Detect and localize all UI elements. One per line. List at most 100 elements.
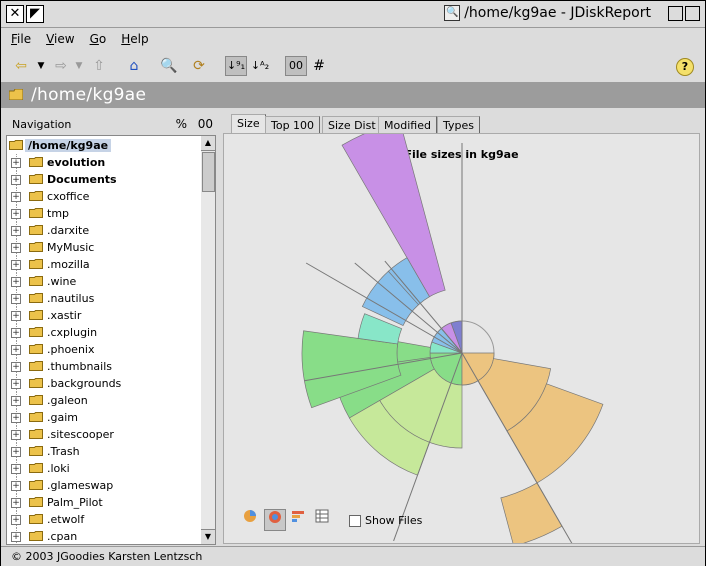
show-files-toggle[interactable]: Show Files: [349, 514, 422, 527]
menu-help[interactable]: Help: [111, 28, 153, 46]
expand-icon[interactable]: +: [11, 464, 21, 474]
menu-file[interactable]: File: [1, 28, 36, 46]
pie-view-icon[interactable]: [240, 509, 260, 529]
tab-top-100[interactable]: Top 100: [265, 116, 321, 134]
tree-item[interactable]: + MyMusic: [7, 239, 201, 256]
expand-icon[interactable]: +: [11, 447, 21, 457]
tree-item[interactable]: + .loki: [7, 460, 201, 477]
expand-icon[interactable]: +: [11, 498, 21, 508]
back-icon[interactable]: ⇦: [11, 56, 31, 76]
tree-item[interactable]: + .cpan: [7, 528, 201, 544]
folder-icon: [29, 395, 43, 405]
tree-item-label: .gaim: [47, 411, 78, 424]
expand-icon[interactable]: +: [11, 277, 21, 287]
tree-item[interactable]: + .Trash: [7, 443, 201, 460]
expand-icon[interactable]: +: [11, 175, 21, 185]
ring-view-icon[interactable]: [264, 509, 286, 531]
tree-item[interactable]: + .cxplugin: [7, 324, 201, 341]
tree-item[interactable]: + .glameswap: [7, 477, 201, 494]
expand-icon[interactable]: +: [11, 226, 21, 236]
folder-tree[interactable]: /home/kg9ae + evolution + Documents + cxoffic…: [6, 135, 202, 545]
menu-go[interactable]: Go: [80, 28, 112, 46]
table-view-icon[interactable]: [312, 509, 332, 529]
forward-icon[interactable]: ⇨: [51, 56, 71, 76]
sort-by-name-button[interactable]: ↓ᴬ₂: [250, 56, 270, 76]
expand-icon[interactable]: +: [11, 243, 21, 253]
expand-icon[interactable]: +: [11, 345, 21, 355]
scroll-down-icon[interactable]: ▼: [201, 529, 215, 544]
expand-icon[interactable]: +: [11, 413, 21, 423]
menu-view[interactable]: View: [36, 28, 79, 46]
tab-types[interactable]: Types: [437, 116, 480, 134]
sort-by-size-button[interactable]: ↓⁹₁: [225, 56, 247, 76]
expand-icon[interactable]: +: [11, 209, 21, 219]
close-icon[interactable]: ✕: [6, 5, 24, 23]
tab-size-dist[interactable]: Size Dist: [322, 116, 382, 134]
show-files-checkbox[interactable]: [349, 514, 361, 527]
expand-icon[interactable]: +: [11, 362, 21, 372]
hash-toggle-button[interactable]: #: [309, 56, 329, 76]
tree-item[interactable]: + .phoenix: [7, 341, 201, 358]
expand-icon[interactable]: +: [11, 260, 21, 270]
tab-size[interactable]: Size: [231, 114, 266, 135]
expand-icon[interactable]: +: [11, 532, 21, 542]
expand-icon[interactable]: +: [11, 396, 21, 406]
title-bar: ✕ ◤ 🔍 /home/kg9ae - JDiskReport: [1, 1, 705, 28]
folder-icon: [29, 514, 43, 524]
minimize-icon[interactable]: [668, 6, 683, 21]
tree-item[interactable]: + evolution: [7, 154, 201, 171]
tree-item[interactable]: + .mozilla: [7, 256, 201, 273]
refresh-icon[interactable]: ⟳: [189, 56, 209, 76]
pie-chart[interactable]: [224, 134, 699, 543]
tree-item[interactable]: + .nautilus: [7, 290, 201, 307]
tab-modified[interactable]: Modified: [378, 116, 437, 134]
scroll-up-icon[interactable]: ▲: [201, 136, 215, 151]
tree-item[interactable]: + .sitescooper: [7, 426, 201, 443]
tree-item[interactable]: + tmp: [7, 205, 201, 222]
tree-root[interactable]: /home/kg9ae: [7, 137, 201, 154]
scroll-thumb[interactable]: [202, 152, 215, 192]
tree-item[interactable]: + .gaim: [7, 409, 201, 426]
tree-item[interactable]: + Documents: [7, 171, 201, 188]
up-icon[interactable]: ⇧: [89, 56, 109, 76]
tree-item[interactable]: + .backgrounds: [7, 375, 201, 392]
expand-icon[interactable]: +: [11, 294, 21, 304]
folder-icon: [29, 242, 43, 252]
expand-icon[interactable]: +: [11, 379, 21, 389]
tree-scrollbar[interactable]: ▲ ▼: [201, 135, 216, 545]
expand-icon[interactable]: +: [11, 192, 21, 202]
zz-toggle-button[interactable]: 00: [285, 56, 307, 76]
tree-item[interactable]: + .thumbnails: [7, 358, 201, 375]
help-icon[interactable]: ?: [676, 58, 694, 76]
window-title: /home/kg9ae - JDiskReport: [464, 5, 651, 21]
expand-icon[interactable]: +: [11, 515, 21, 525]
back-dropdown-icon[interactable]: ▼: [31, 56, 51, 76]
home-icon[interactable]: ⌂: [124, 56, 144, 76]
tree-item[interactable]: + Palm_Pilot: [7, 494, 201, 511]
percent-toggle[interactable]: %: [176, 117, 187, 131]
folder-icon: [29, 157, 43, 167]
tree-item-label: .etwolf: [47, 513, 85, 526]
tree-item[interactable]: + .wine: [7, 273, 201, 290]
search-icon[interactable]: 🔍: [159, 56, 179, 76]
expand-icon[interactable]: +: [11, 481, 21, 491]
expand-icon[interactable]: +: [11, 158, 21, 168]
bar-view-icon[interactable]: [288, 509, 308, 529]
zz-toggle[interactable]: 00: [198, 117, 213, 131]
tree-item[interactable]: + cxoffice: [7, 188, 201, 205]
expand-icon[interactable]: +: [11, 328, 21, 338]
maximize-icon[interactable]: [685, 6, 700, 21]
app-icon: 🔍: [444, 5, 461, 21]
tree-item[interactable]: + .xastir: [7, 307, 201, 324]
window-menu-icon[interactable]: ◤: [26, 5, 44, 23]
tree-item-label: .Trash: [47, 445, 80, 458]
tree-item[interactable]: + .etwolf: [7, 511, 201, 528]
forward-dropdown-icon[interactable]: ▼: [69, 56, 89, 76]
expand-icon[interactable]: +: [11, 311, 21, 321]
tree-item-label: .nautilus: [47, 292, 95, 305]
tree-item[interactable]: + .galeon: [7, 392, 201, 409]
folder-icon: [29, 327, 43, 337]
chart-segment[interactable]: [500, 482, 563, 543]
tree-item[interactable]: + .darxite: [7, 222, 201, 239]
expand-icon[interactable]: +: [11, 430, 21, 440]
